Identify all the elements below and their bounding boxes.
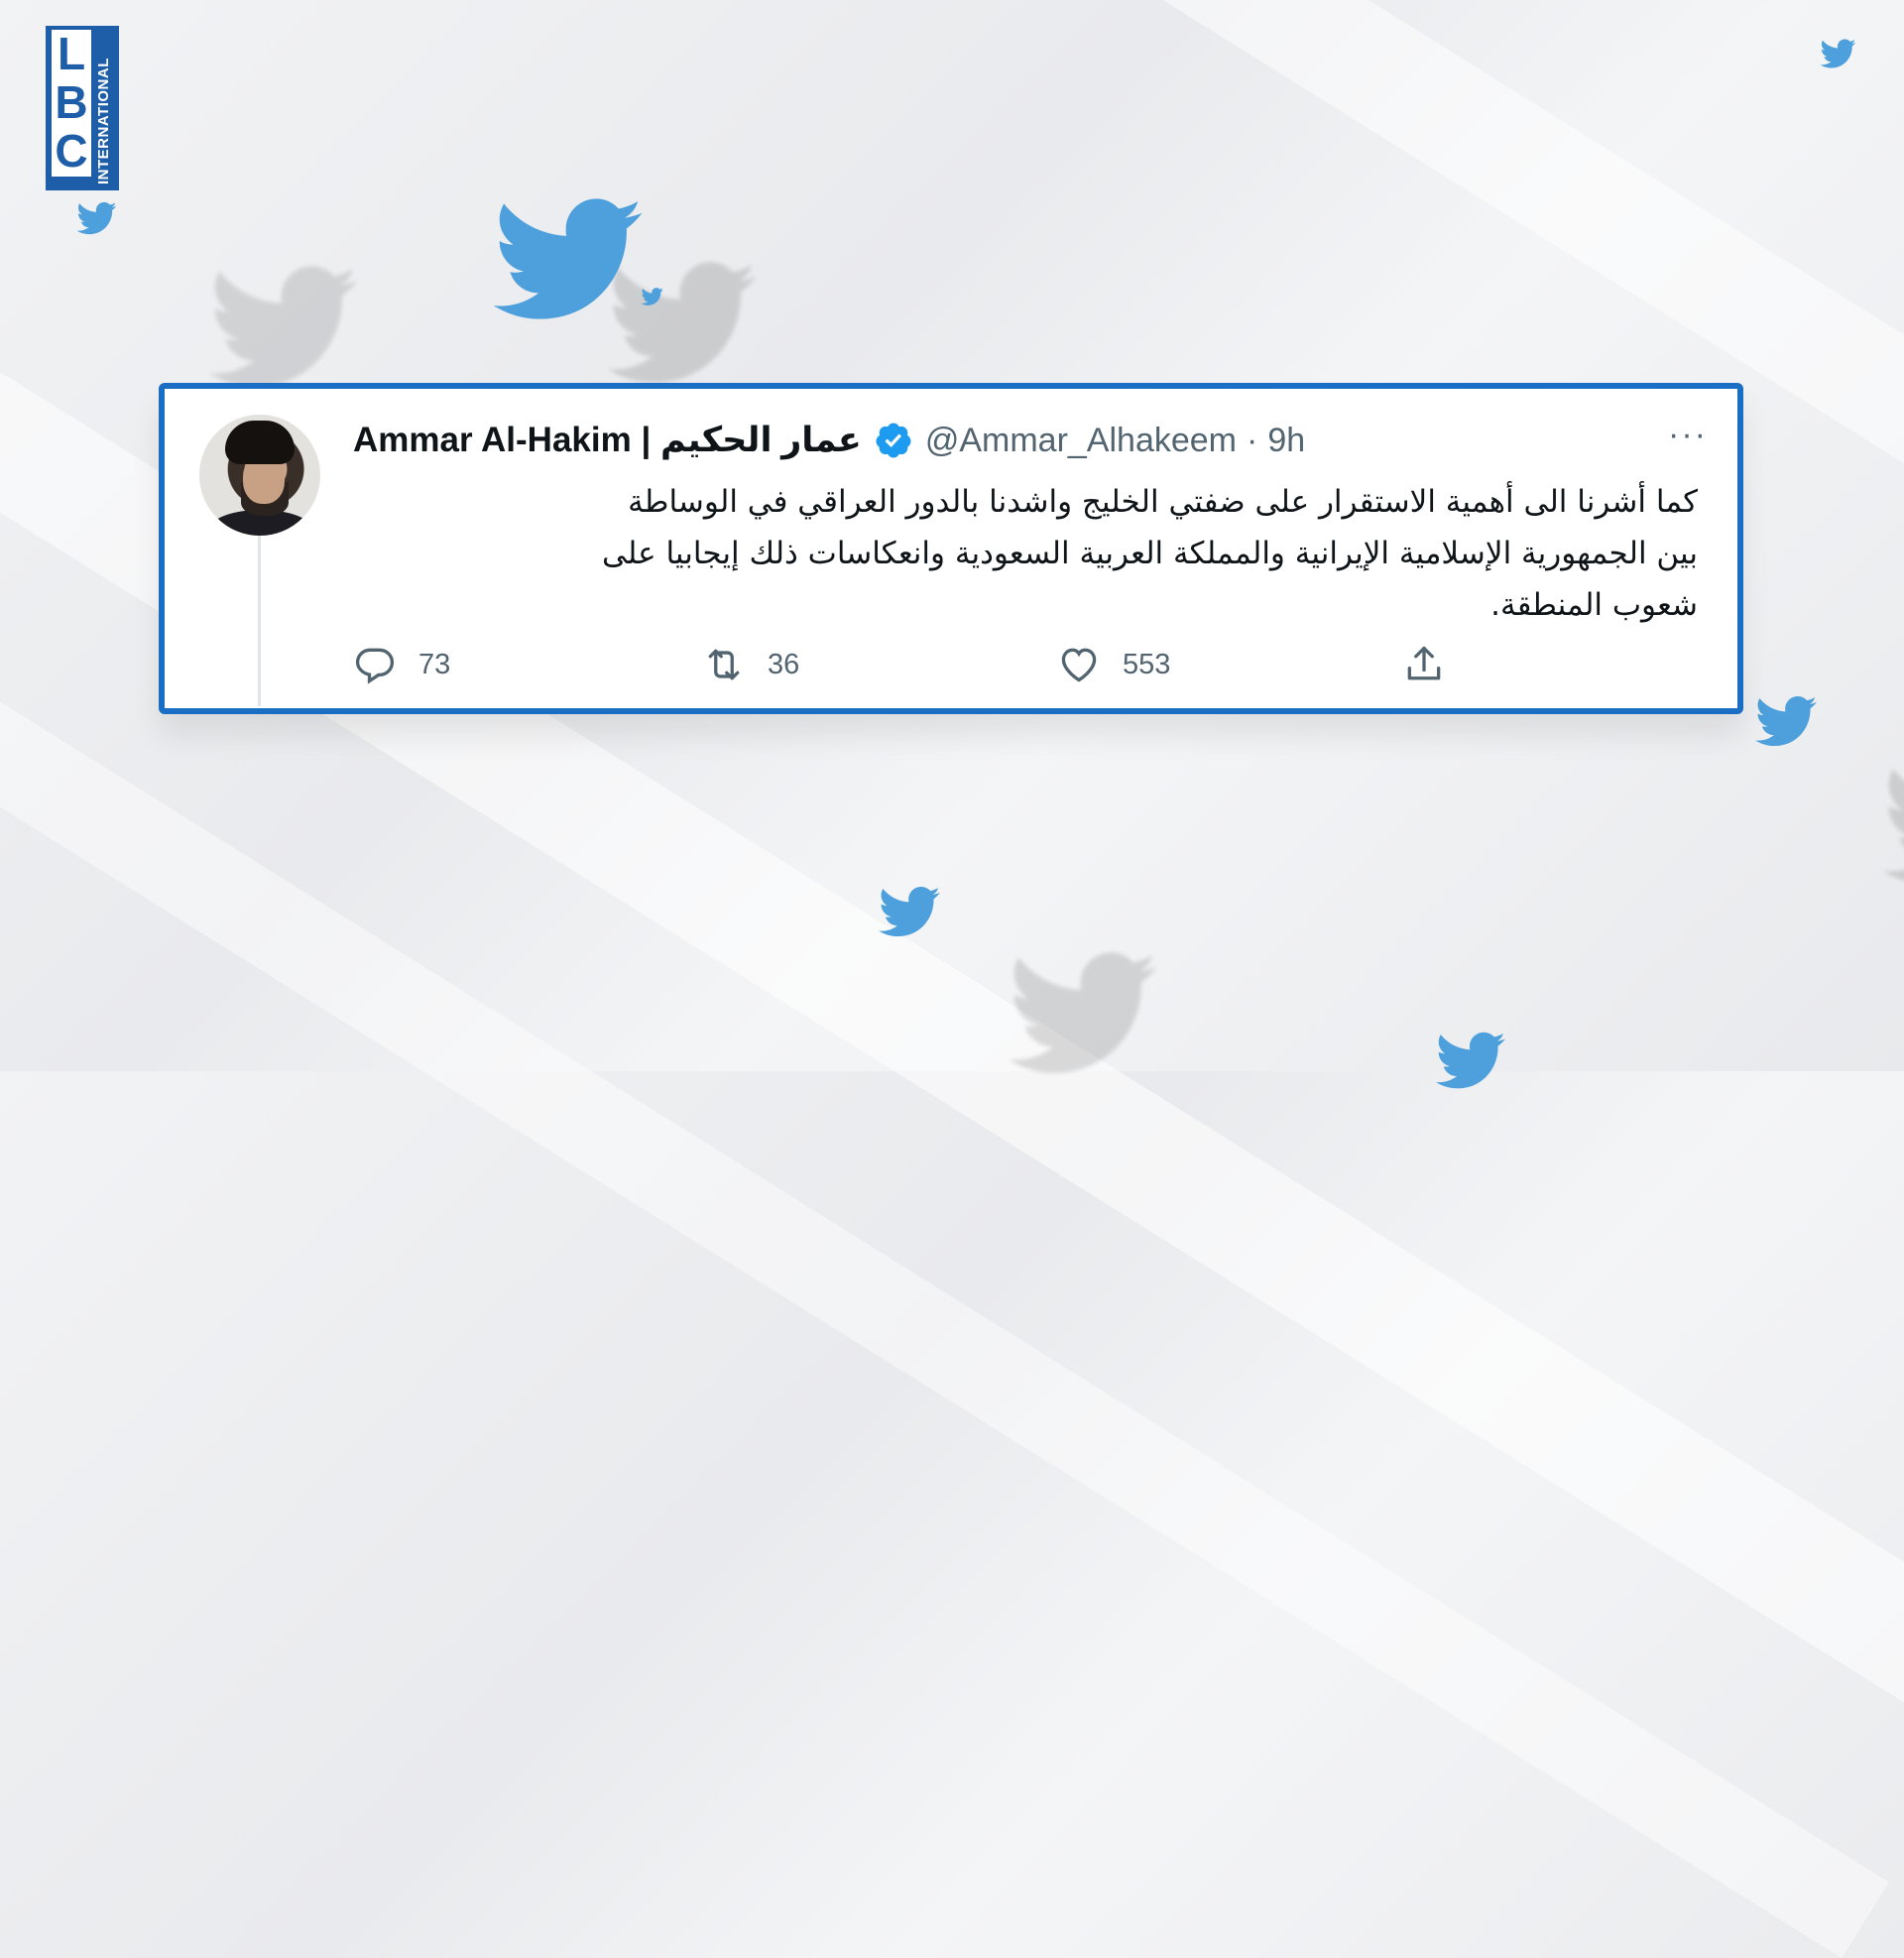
thread-line bbox=[258, 518, 261, 706]
twitter-bird-icon bbox=[1412, 1026, 1531, 1095]
retweet-icon bbox=[708, 649, 740, 680]
separator: · bbox=[1247, 421, 1258, 459]
twitter-bird-icon bbox=[1811, 750, 1874, 807]
more-icon[interactable]: ··· bbox=[1668, 418, 1708, 456]
tweet-text-line: شعوب المنطقة. bbox=[1490, 587, 1698, 623]
twitter-bird-icon bbox=[1819, 36, 1858, 71]
like-icon bbox=[1061, 648, 1097, 682]
twitter-bird-icon bbox=[77, 198, 117, 238]
twitter-bird-icon bbox=[482, 184, 658, 333]
twitter-bird-icon bbox=[1870, 97, 1902, 127]
share-button[interactable] bbox=[1402, 643, 1468, 686]
lbc-logo: L B C INTERNATIONAL bbox=[46, 26, 119, 190]
tweet-text-line: كما أشرنا الى أهمية الاستقرار على ضفتي ا… bbox=[628, 484, 1698, 520]
share-icon bbox=[1407, 646, 1441, 680]
twitter-bird-icon bbox=[641, 286, 664, 307]
timestamp[interactable]: 9h bbox=[1267, 422, 1305, 460]
tweet-text-line: بين الجمهورية الإسلامية الإيرانية والممل… bbox=[602, 536, 1698, 571]
logo-subtitle: INTERNATIONAL bbox=[95, 58, 112, 184]
twitter-bird-icon bbox=[1753, 690, 1821, 752]
twitter-bird-icon bbox=[936, 938, 992, 988]
tweet-text: كما أشرنا الى أهمية الاستقرار على ضفتي ا… bbox=[353, 476, 1698, 631]
handle[interactable]: @Ammar_Alhakeem bbox=[925, 422, 1237, 460]
tweet-actions: 73 36 553 bbox=[353, 643, 1543, 692]
retweet-count: 36 bbox=[768, 648, 800, 680]
display-name[interactable]: Ammar Al-Hakim | عمار الحكيم bbox=[353, 421, 862, 460]
twitter-bird-icon bbox=[137, 252, 171, 286]
reply-icon bbox=[355, 648, 395, 684]
retweet-button[interactable]: 36 bbox=[702, 643, 799, 686]
like-count: 553 bbox=[1123, 648, 1171, 680]
reply-button[interactable]: 73 bbox=[353, 643, 450, 686]
verified-badge-icon bbox=[876, 423, 911, 458]
reply-count: 73 bbox=[418, 648, 451, 680]
tweet-header: Ammar Al-Hakim | عمار الحكيم @Ammar_Alha… bbox=[353, 418, 1708, 462]
avatar[interactable] bbox=[199, 415, 320, 536]
twitter-bird-icon bbox=[877, 881, 944, 942]
like-button[interactable]: 553 bbox=[1057, 643, 1170, 686]
bg-stripe bbox=[0, 516, 1889, 1958]
tweet-card[interactable]: Ammar Al-Hakim | عمار الحكيم @Ammar_Alha… bbox=[159, 383, 1743, 714]
